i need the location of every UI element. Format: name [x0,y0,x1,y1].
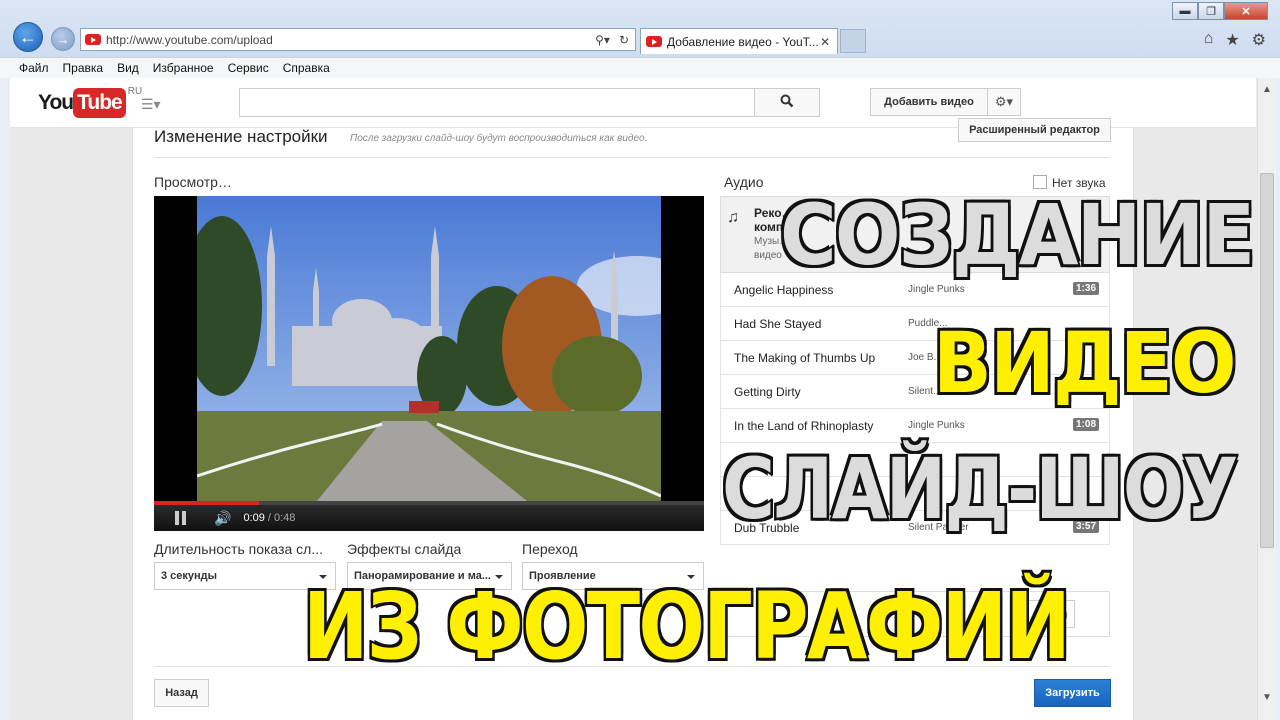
menu-bar: Файл Правка Вид Избранное Сервис Справка [0,57,1280,78]
page-title: Изменение настройки [154,127,328,146]
track-row[interactable]: In the Land of Rhinoplasty Jingle Punks 1:… [720,409,1110,443]
current-time: 0:09 [243,512,265,524]
advanced-editor-button[interactable]: Расширенный редактор [958,118,1111,142]
forward-arrow-icon: → [56,31,70,47]
slide-effects-label: Эффекты слайда [347,541,462,557]
search-button[interactable] [754,88,820,117]
youtube-logo[interactable]: You Tube RU [38,86,143,118]
track-title: The Making of Thumbs Up [734,351,876,365]
scroll-up-icon[interactable]: ▲ [1262,84,1272,95]
minimize-button[interactable]: ▬ [1172,2,1198,20]
tab-close-icon[interactable]: ✕ [820,35,837,49]
menu-tools[interactable]: Сервис [228,61,269,75]
settings-gear-icon[interactable]: ⚙▾ [987,88,1021,116]
audio-label: Аудио [724,174,764,190]
track-title: Had She Stayed [734,317,822,331]
browser-tools: ⌂ ★ ⚙ [1204,30,1266,50]
settings-hint: После загрузки слайд-шоу будут воспроизв… [350,133,648,144]
back-button[interactable]: ← [13,22,43,52]
slide-duration-value: 3 секунды [161,570,218,582]
address-url: http://www.youtube.com/upload [106,32,273,47]
track-artist: Jingle Punks [908,284,965,295]
scroll-thumb[interactable] [1260,173,1274,548]
player-controls: 🔊 0:09 / 0:48 [154,505,704,531]
duration: / 0:48 [267,512,296,524]
music-note-icon: ♫ [727,209,739,226]
menu-help[interactable]: Справка [283,61,330,75]
back-button-page[interactable]: Назад [154,679,209,707]
upload-submit-button[interactable]: Загрузить [1034,679,1111,707]
logo-you-text: You [38,91,74,114]
address-bar[interactable]: http://www.youtube.com/upload ⚲▾ ↻ [80,28,636,51]
menu-favorites[interactable]: Избранное [153,61,214,75]
volume-icon[interactable]: 🔊 [214,510,231,527]
track-artist: Jingle Punks [908,420,965,431]
preview-label: Просмотр… [154,174,232,190]
search-dropdown-icon[interactable]: ⚲▾ [595,33,610,47]
tab-upload[interactable]: Добавление видео - YouT... ✕ [640,28,838,54]
transition-label: Переход [522,541,578,557]
guide-menu-icon[interactable]: ☰▾ [141,96,161,113]
forward-button[interactable]: → [51,27,75,51]
video-player[interactable]: 🔊 0:09 / 0:48 [154,196,704,531]
search-input[interactable] [239,88,755,117]
window-controls: ▬ ❐ ✕ [1172,2,1268,20]
overlay-line-1: СОЗДАНИЕ [778,184,1257,286]
divider [154,157,1110,158]
maximize-button[interactable]: ❐ [1198,2,1224,20]
video-frame-mosque [197,196,661,501]
close-window-button[interactable]: ✕ [1224,2,1268,20]
overlay-line-3: СЛАЙД-ШОУ [720,438,1240,540]
tab-title: Добавление видео - YouT... [667,34,819,49]
slide-duration-label: Длительность показа сл... [154,541,323,557]
logo-tube-text: Tube [73,88,126,118]
track-title: Angelic Happiness [734,283,834,297]
browser-chrome: ← → http://www.youtube.com/upload ⚲▾ ↻ Д… [0,0,1280,78]
new-tab-button[interactable] [840,29,866,53]
youtube-favicon-icon [85,34,101,45]
menu-file[interactable]: Файл [19,61,49,75]
upload-video-button[interactable]: Добавить видео [870,88,988,116]
favorites-star-icon[interactable]: ★ [1225,30,1239,50]
track-duration: 1:08 [1073,418,1100,431]
scroll-down-icon[interactable]: ▼ [1262,692,1272,703]
menu-view[interactable]: Вид [117,61,139,75]
overlay-line-4: ИЗ ФОТОГРАФИЙ [301,571,1072,682]
refresh-icon[interactable]: ↻ [619,33,629,47]
menu-edit[interactable]: Правка [63,61,104,75]
logo-region: RU [127,86,143,97]
search-icon [780,94,794,111]
back-arrow-icon: ← [19,26,37,47]
overlay-line-2: ВИДЕО [931,312,1238,414]
home-icon[interactable]: ⌂ [1204,30,1214,50]
page-scrollbar[interactable]: ▲ ▼ [1257,78,1276,720]
youtube-favicon-icon [646,36,662,47]
track-title: Getting Dirty [734,385,801,399]
tools-gear-icon[interactable]: ⚙ [1252,30,1266,50]
track-title: In the Land of Rhinoplasty [734,419,874,433]
pause-icon[interactable] [174,511,188,525]
